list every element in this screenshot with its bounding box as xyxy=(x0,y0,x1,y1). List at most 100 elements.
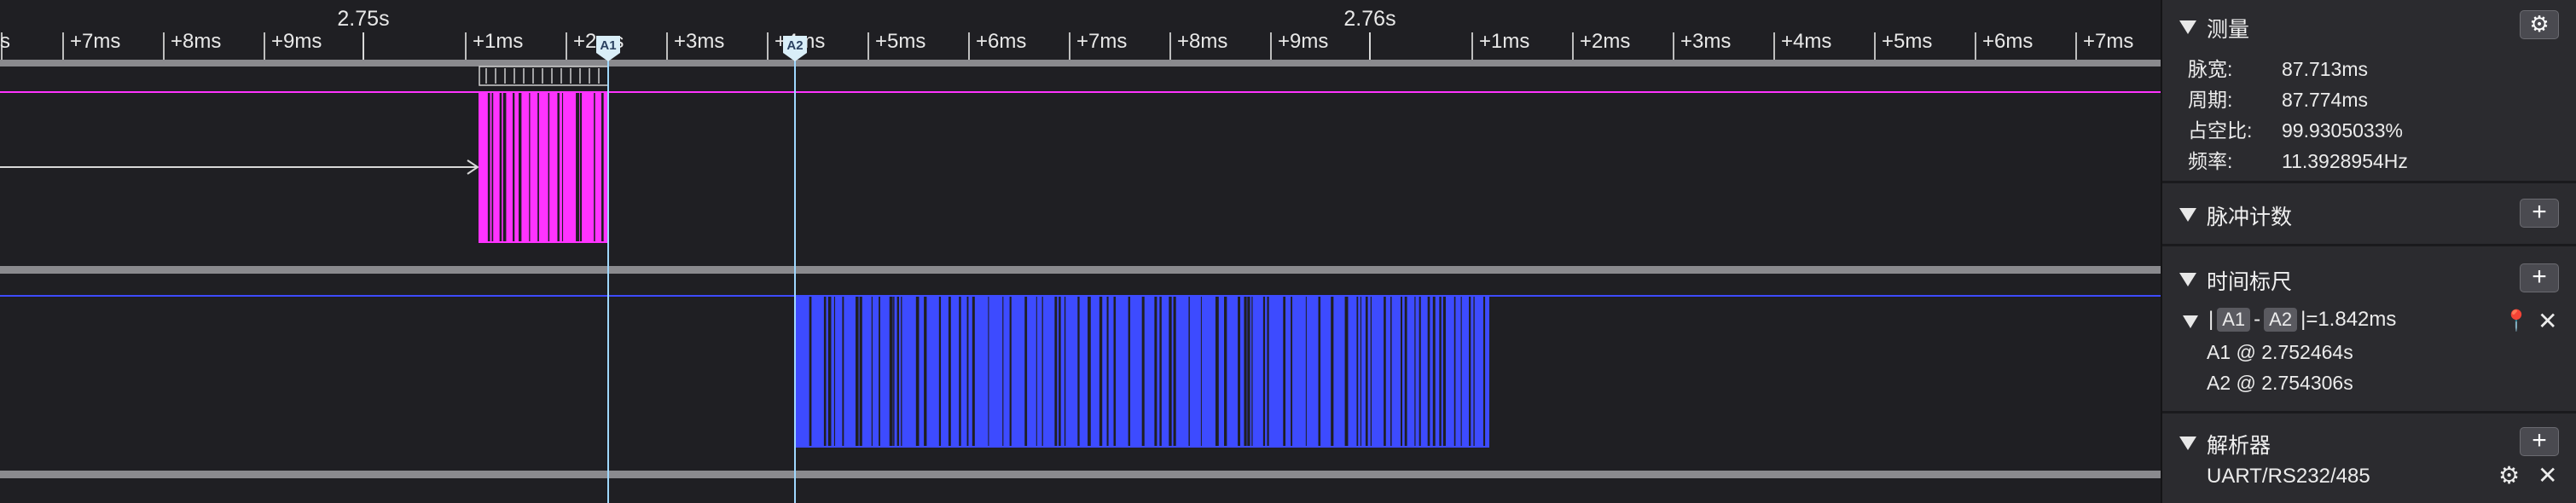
pulse-low-gap xyxy=(1384,296,1386,447)
timeline-major-tick-label: 2.75s xyxy=(337,7,389,31)
pulse-low-gap xyxy=(529,92,531,242)
pulse-low-gap xyxy=(537,92,539,242)
pulse-low-gap xyxy=(1002,296,1004,447)
pulse-low-gap xyxy=(519,92,522,242)
pulse-low-gap xyxy=(513,92,515,242)
pulse-low-gap xyxy=(579,92,583,242)
pulse-low-gap xyxy=(1442,296,1446,447)
collapse-triangle-icon[interactable] xyxy=(2179,273,2196,286)
pulse-low-gap xyxy=(972,296,975,447)
pulse-low-gap xyxy=(1244,296,1247,447)
pulse-low-gap xyxy=(833,296,836,447)
channel-separator xyxy=(0,266,2161,274)
pulse-low-gap xyxy=(499,92,502,242)
ruler-collapse-triangle-icon[interactable] xyxy=(2183,315,2198,328)
timeline-tick-label: +4ms xyxy=(1781,30,1831,53)
measure-row-period: 周期: 87.774ms xyxy=(2188,89,2369,111)
pulse-low-gap xyxy=(1291,296,1293,447)
pulse-low-gap xyxy=(859,296,862,447)
pulse-low-gap xyxy=(959,296,961,447)
pulse-low-gap xyxy=(1318,296,1321,447)
ruler-a1-time: A1 @ 2.752464s xyxy=(2207,341,2353,363)
close-decoder-icon[interactable]: ✕ xyxy=(2538,461,2557,489)
pulse-count-section-header[interactable]: 脉冲计数 + xyxy=(2162,196,2576,230)
measure-section-header[interactable]: 测量 ⚙ xyxy=(2162,9,2576,43)
add-time-ruler-button[interactable]: + xyxy=(2520,263,2559,292)
pulse-count-title: 脉冲计数 xyxy=(2207,205,2293,229)
side-panel: 测量 ⚙ 脉宽: 87.713ms 周期: 87.774ms 占空比: 99.9305… xyxy=(2161,0,2576,503)
channel-1-pulses xyxy=(479,91,609,243)
pulse-low-gap xyxy=(915,296,920,447)
pulse-low-gap xyxy=(1419,296,1421,447)
pulse-low-gap xyxy=(1036,296,1037,447)
timeline-ruler-bar xyxy=(0,60,2161,66)
close-ruler-icon[interactable]: ✕ xyxy=(2538,307,2557,335)
pulse-low-gap xyxy=(1128,296,1131,447)
pulse-low-gap xyxy=(1077,296,1080,447)
pulse-low-gap xyxy=(896,296,900,447)
pulse-low-gap xyxy=(1238,296,1240,447)
pulse-low-gap xyxy=(871,296,873,447)
ruler-delta-value: |=1.842ms xyxy=(2300,308,2397,331)
section-divider xyxy=(2162,411,2576,413)
pulse-low-gap xyxy=(1009,296,1012,447)
decoder-section-header[interactable]: 解析器 + xyxy=(2162,425,2576,459)
pulse-low-gap xyxy=(1439,296,1442,447)
pulse-low-gap xyxy=(842,296,844,447)
time-ruler-section-header[interactable]: 时间标尺 + xyxy=(2162,261,2576,295)
timeline-tick-label: +6ms xyxy=(1982,30,2033,53)
pulse-low-gap xyxy=(1469,296,1471,447)
waveform-view[interactable]: s +7ms +8ms +9ms +1ms +2ms +3ms +4ms +5ms +6ms +7m… xyxy=(0,0,2161,503)
timeline-major-tick-label: 2.76s xyxy=(1343,7,1395,31)
pulse-low-gap xyxy=(1113,296,1117,447)
pulse-low-gap xyxy=(823,296,827,447)
pulse-low-gap xyxy=(1482,296,1486,447)
pulse-low-gap xyxy=(1427,296,1430,447)
timeline-tick-label: +5ms xyxy=(875,30,925,53)
waveform-canvas[interactable]: s +7ms +8ms +9ms +1ms +2ms +3ms +4ms +5ms +6ms +7m… xyxy=(0,0,2161,503)
timeline-tick-label: +9ms xyxy=(1278,30,1328,53)
measure-title: 测量 xyxy=(2207,18,2250,42)
pulse-low-gap xyxy=(1224,296,1227,447)
timeline-tick-label: +3ms xyxy=(674,30,724,53)
pulse-low-gap xyxy=(1414,296,1416,447)
add-decoder-button[interactable]: + xyxy=(2520,427,2559,456)
pulse-low-gap xyxy=(601,92,604,242)
measure-row-frequency: 频率: 11.3928954Hz xyxy=(2188,150,2408,172)
pulse-low-gap xyxy=(924,296,927,447)
section-divider xyxy=(2162,244,2576,246)
pulse-low-gap xyxy=(1365,296,1368,447)
timeline-tick-label: +7ms xyxy=(2083,30,2133,53)
pulse-low-gap xyxy=(1251,296,1253,447)
pulse-low-gap xyxy=(1344,296,1349,447)
ruler-a2-badge: A2 xyxy=(2264,308,2298,332)
measure-row-width: 脉宽: 87.713ms xyxy=(2188,58,2369,80)
collapse-triangle-icon[interactable] xyxy=(2179,437,2196,450)
add-pulse-count-button[interactable]: + xyxy=(2520,199,2559,228)
decoder-item-uart[interactable]: UART/RS232/485 xyxy=(2207,465,2370,489)
timeline-tick-label: +8ms xyxy=(171,30,221,53)
ruler-a1-badge: A1 xyxy=(2217,308,2251,332)
pulse-low-gap xyxy=(491,92,494,242)
ruler-delta-row: | A1 - A2 |=1.842ms xyxy=(2208,308,2397,332)
pulse-burst-block xyxy=(479,92,608,242)
pulse-low-gap xyxy=(1024,296,1028,447)
pulse-low-gap xyxy=(1200,296,1202,447)
collapse-triangle-icon[interactable] xyxy=(2179,20,2196,34)
pulse-low-gap xyxy=(576,92,579,242)
collapse-triangle-icon[interactable] xyxy=(2179,208,2196,222)
pulse-low-gap xyxy=(1041,296,1043,447)
pulse-low-gap xyxy=(1331,296,1334,447)
pin-icon[interactable]: 📍 xyxy=(2503,309,2529,333)
decoder-settings-gear-icon[interactable]: ⚙ xyxy=(2498,461,2520,489)
pulse-low-gap xyxy=(988,296,989,447)
pulse-low-gap xyxy=(557,92,560,242)
channel-separator xyxy=(0,471,2161,478)
pulse-low-gap xyxy=(1404,296,1407,447)
pulse-low-gap xyxy=(1215,296,1219,447)
timeline-tick-label: s xyxy=(0,30,10,53)
timeline-tick-label: +3ms xyxy=(1680,30,1731,53)
pulse-low-gap xyxy=(1473,296,1475,447)
measure-settings-gear-icon[interactable]: ⚙ xyxy=(2520,10,2559,39)
cursor-a2-label: A2 xyxy=(786,38,803,53)
